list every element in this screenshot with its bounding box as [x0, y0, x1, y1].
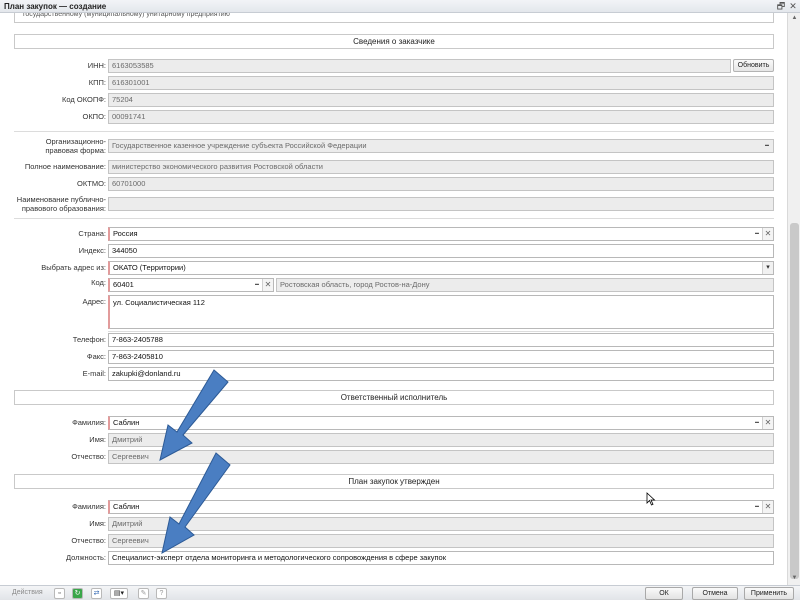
kpp-field[interactable]: 616301001 — [108, 76, 774, 90]
country-label: Страна: — [78, 229, 106, 238]
municipal-label: Наименование публично-правового образова… — [16, 195, 106, 213]
executor-firstname-field[interactable]: Дмитрий — [108, 433, 774, 447]
inn-label: ИНН: — [87, 61, 106, 70]
country-select-icon[interactable]: ... — [751, 228, 762, 240]
approved-firstname-label: Имя: — [89, 519, 106, 528]
orgform-select-icon[interactable]: ... — [761, 140, 772, 152]
approved-select-icon[interactable]: ... — [751, 501, 762, 513]
close-icon[interactable]: ✕ — [788, 1, 798, 11]
divider — [14, 218, 774, 219]
address-label: Адрес: — [82, 297, 106, 306]
approved-firstname-field[interactable]: Дмитрий — [108, 517, 774, 531]
vertical-scrollbar[interactable]: ▲ ▼ — [787, 13, 800, 585]
section-customer-header: Сведения о заказчике — [14, 34, 774, 49]
divider — [14, 131, 774, 132]
executor-lastname-label: Фамилия: — [72, 418, 106, 427]
executor-select-icon[interactable]: ... — [751, 417, 762, 429]
document-icon[interactable]: ▫ — [54, 588, 65, 599]
index-field[interactable]: 344050 — [108, 244, 774, 258]
section-approved-header: План закупок утвержден — [14, 474, 774, 489]
scroll-up-icon[interactable]: ▲ — [790, 14, 799, 23]
okpo-label: ОКПО: — [82, 112, 106, 121]
actions-label[interactable]: Действия — [12, 589, 43, 596]
index-label: Индекс: — [78, 246, 106, 255]
window-title: План закупок — создание — [4, 2, 107, 11]
section-executor-header: Ответственный исполнитель — [14, 390, 774, 405]
approved-position-label: Должность: — [65, 553, 106, 562]
ok-button[interactable]: ОК — [645, 587, 683, 600]
code-label: Код: — [91, 278, 106, 287]
refresh-icon[interactable]: ↻ — [72, 588, 83, 599]
approved-lastname-label: Фамилия: — [72, 502, 106, 511]
address-textarea[interactable]: ул. Социалистическая 112 — [108, 295, 774, 329]
code-clear-icon[interactable]: ✕ — [262, 279, 273, 291]
phone-field[interactable]: 7-863-2405788 — [108, 333, 774, 347]
restore-icon[interactable]: 🗗 — [776, 1, 786, 11]
approved-position-field[interactable]: Специалист-эксперт отдела мониторинга и … — [108, 551, 774, 565]
country-field[interactable]: Россия — [108, 227, 774, 241]
scroll-down-icon[interactable]: ▼ — [790, 574, 799, 583]
kpp-label: КПП: — [88, 78, 106, 87]
code-field[interactable]: 60401 — [108, 278, 274, 292]
executor-clear-icon[interactable]: ✕ — [762, 417, 773, 429]
link-icon[interactable]: ⇄ — [91, 588, 102, 599]
executor-firstname-label: Имя: — [89, 435, 106, 444]
annotation-arrow — [159, 369, 229, 461]
bottom-toolbar: Действия ▫ ↻ ⇄ ▤▾ ✎ ? ОК Отмена Применит… — [0, 585, 800, 600]
municipal-field[interactable] — [108, 197, 774, 211]
cancel-button[interactable]: Отмена — [692, 587, 738, 600]
refresh-button[interactable]: Обновить — [733, 59, 774, 72]
code-select-icon[interactable]: ... — [251, 279, 262, 291]
oktmo-label: ОКТМО: — [77, 179, 106, 188]
form-content: государственному (муниципальному) унитар… — [0, 13, 787, 585]
approved-lastname-field[interactable]: Саблин — [108, 500, 774, 514]
print-icon[interactable]: ▤▾ — [110, 588, 128, 599]
country-clear-icon[interactable]: ✕ — [762, 228, 773, 240]
fullname-field[interactable]: министерство экономического развития Рос… — [108, 160, 774, 174]
oktmo-field[interactable]: 60701000 — [108, 177, 774, 191]
divider — [108, 331, 774, 332]
apply-button[interactable]: Применить — [744, 587, 794, 600]
orgform-field[interactable]: Государственное казенное учреждение субъ… — [108, 139, 774, 153]
attach-icon[interactable]: ✎ — [138, 588, 149, 599]
previous-field-clip: государственному (муниципальному) унитар… — [14, 13, 774, 23]
window-titlebar: План закупок — создание 🗗 ✕ — [0, 0, 800, 13]
okopf-label: Код ОКОПФ: — [62, 95, 106, 104]
approved-middlename-field[interactable]: Сергеевич — [108, 534, 774, 548]
approved-clear-icon[interactable]: ✕ — [762, 501, 773, 513]
executor-middlename-label: Отчество: — [71, 452, 106, 461]
orgform-label: Организационно-правовая форма: — [45, 137, 106, 155]
fax-field[interactable]: 7-863-2405810 — [108, 350, 774, 364]
address-source-select[interactable]: ОКАТО (Территории) — [108, 261, 774, 275]
executor-lastname-field[interactable]: Саблин — [108, 416, 774, 430]
approved-middlename-label: Отчество: — [71, 536, 106, 545]
phone-label: Телефон: — [72, 335, 106, 344]
code-description: Ростовская область, город Ростов-на-Дону — [276, 278, 774, 292]
email-label: E-mail: — [82, 369, 106, 378]
fax-label: Факс: — [86, 352, 106, 361]
inn-field[interactable]: 6163053585 — [108, 59, 731, 73]
mouse-cursor-icon — [646, 492, 656, 506]
executor-middlename-field[interactable]: Сергеевич — [108, 450, 774, 464]
okopf-field[interactable]: 75204 — [108, 93, 774, 107]
email-field[interactable]: zakupki@donland.ru — [108, 367, 774, 381]
chevron-down-icon[interactable]: ▾ — [762, 262, 773, 274]
help-icon[interactable]: ? — [156, 588, 167, 599]
fullname-label: Полное наименование: — [24, 162, 106, 171]
address-source-label: Выбрать адрес из: — [41, 263, 106, 272]
scrollbar-thumb[interactable] — [790, 223, 799, 579]
okpo-field[interactable]: 00091741 — [108, 110, 774, 124]
